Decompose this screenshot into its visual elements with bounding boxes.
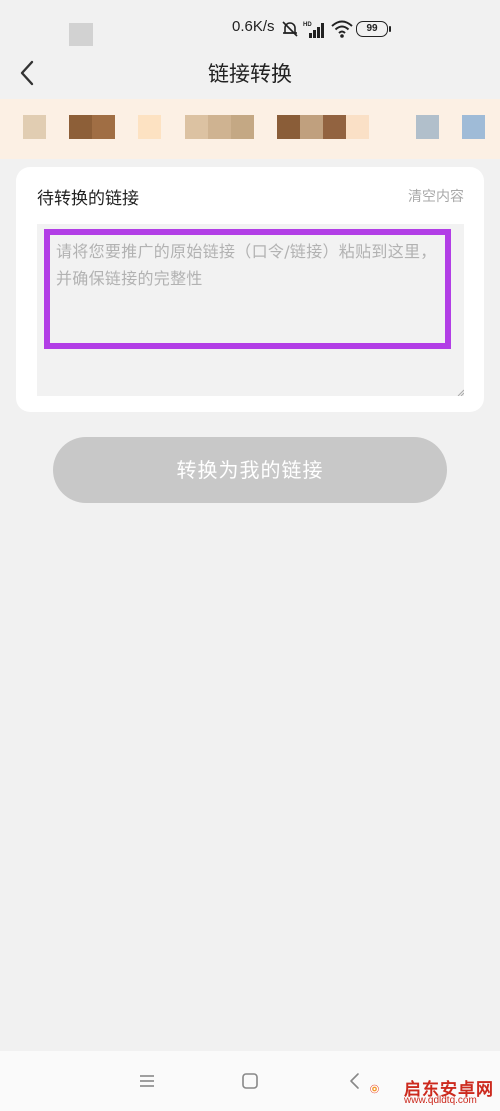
watermark-logo-icon — [370, 1084, 379, 1094]
mosaic-block — [23, 115, 46, 139]
resize-handle-icon[interactable] — [456, 388, 464, 396]
back-icon[interactable] — [343, 1069, 367, 1093]
card-title: 待转换的链接 — [37, 189, 139, 209]
mosaic-block — [69, 115, 92, 139]
mosaic-block — [231, 115, 254, 139]
menu-icon[interactable] — [135, 1069, 159, 1093]
clear-content-button[interactable]: 清空内容 — [408, 186, 464, 206]
status-icons: HD — [280, 18, 353, 40]
nav-bar: 链接转换 — [0, 48, 500, 98]
watermark-url: www.qdldtq.com — [404, 1095, 477, 1106]
mosaic-block — [462, 115, 485, 139]
wifi-icon — [331, 20, 353, 38]
mosaic-block — [346, 115, 369, 139]
mosaic-block — [300, 115, 323, 139]
mosaic-block — [185, 115, 208, 139]
mosaic-block — [138, 115, 161, 139]
mosaic-block — [416, 115, 439, 139]
convert-link-button[interactable]: 转换为我的链接 — [53, 437, 447, 503]
battery-icon: 99 — [356, 21, 391, 37]
notification-placeholder — [69, 23, 93, 46]
textarea-placeholder: 请将您要推广的原始链接（口令/链接）粘贴到这里，并确保链接的完整性 — [56, 242, 437, 288]
link-input-card: 待转换的链接 清空内容 请将您要推广的原始链接（口令/链接）粘贴到这里，并确保链… — [16, 167, 484, 412]
mute-bell-icon — [282, 21, 298, 37]
hd-signal-icon: HD — [303, 22, 324, 38]
mosaic-block — [208, 115, 231, 139]
mosaic-block — [277, 115, 300, 139]
mosaic-block — [323, 115, 346, 139]
network-speed: 0.6K/s — [232, 18, 275, 35]
mosaic-block — [92, 115, 115, 139]
home-square-icon[interactable] — [238, 1069, 262, 1093]
svg-text:HD: HD — [303, 22, 312, 28]
page-title: 链接转换 — [208, 62, 292, 86]
link-textarea[interactable]: 请将您要推广的原始链接（口令/链接）粘贴到这里，并确保链接的完整性 — [37, 224, 464, 396]
promo-banner[interactable] — [0, 99, 500, 159]
